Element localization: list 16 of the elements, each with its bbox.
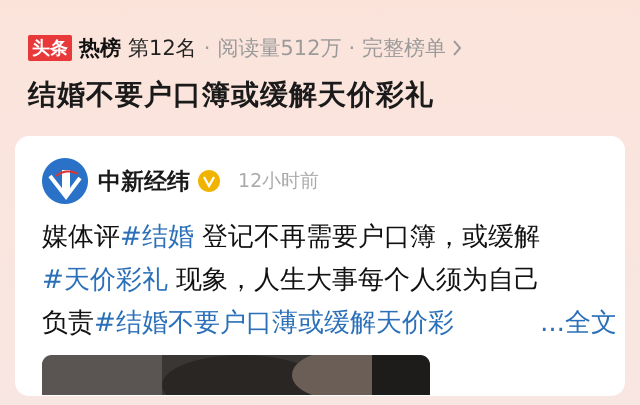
logo-icon [42, 158, 88, 204]
hashtag-link[interactable]: #结婚 [120, 222, 194, 252]
chevron-icon [452, 39, 462, 57]
author-name[interactable]: 中新经纬 [98, 166, 190, 196]
read-count: 阅读量512万 [217, 35, 342, 62]
separator-dot: · [348, 36, 356, 60]
rank-label: 第12名 [128, 35, 197, 62]
hashtag-link[interactable]: #结婚不要户口薄或缓解天价彩 [94, 308, 454, 338]
brand-title: 热榜 [79, 35, 121, 62]
post-time: 12小时前 [238, 169, 320, 194]
topic-title: 结婚不要户口簿或缓解天价彩礼 [26, 77, 435, 113]
post-text: 媒体评#结婚 登记不再需要户口簿，或缓解 #天价彩礼 现象，人生大事每个人须为自己 负责#结婚不要户口薄或缓解天价彩 [42, 221, 540, 340]
separator-dot: · [204, 36, 210, 60]
full-text-link[interactable]: ...全文 [540, 302, 617, 345]
hashtag-link[interactable]: #天价彩礼 [42, 265, 168, 295]
brand-badge: 头条 [28, 35, 72, 61]
